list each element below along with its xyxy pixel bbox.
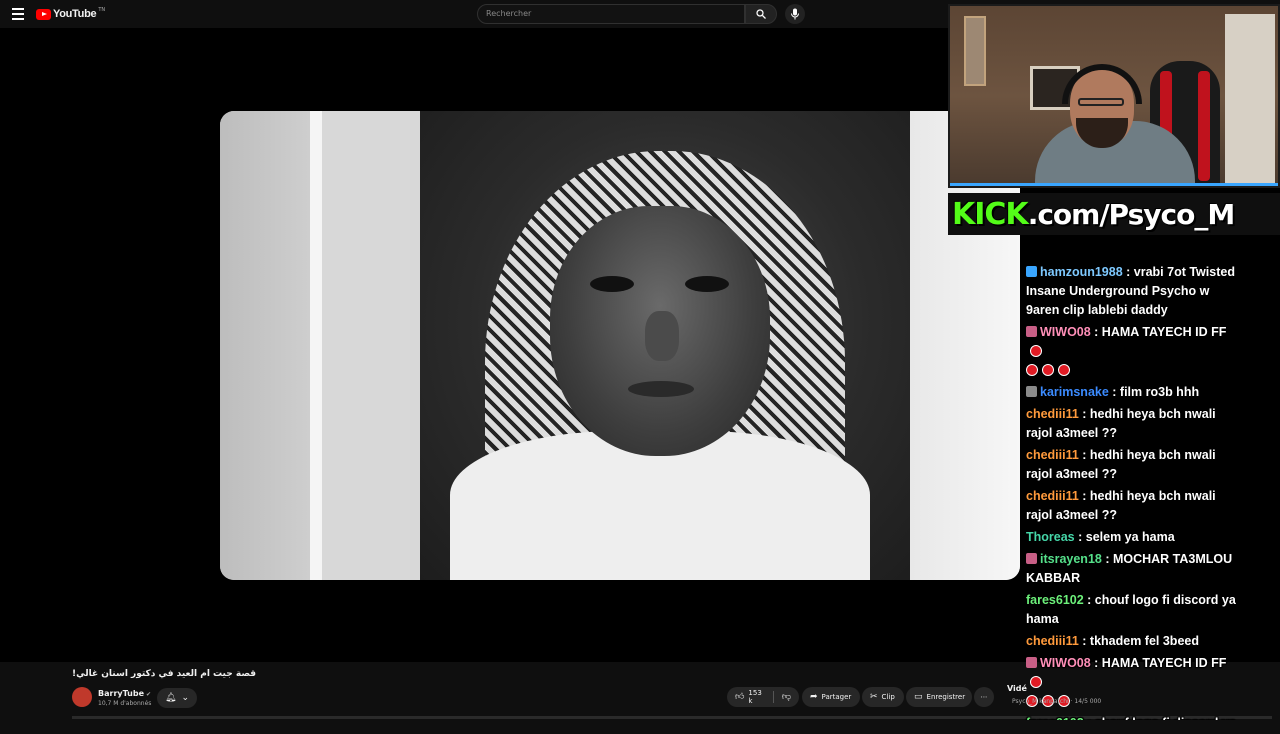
save-button[interactable]: ▭ Enregistrer (906, 687, 972, 707)
chat-username: chediii11 (1026, 489, 1079, 503)
save-label: Enregistrer (926, 693, 966, 701)
photo-paper-edge (310, 111, 322, 580)
thumb-down-icon[interactable]: 👎︎ (782, 692, 791, 702)
chat-username: chediii11 (1026, 407, 1079, 421)
chat-username: karimsnake (1040, 385, 1109, 399)
chat-message: hamzoun1988 : vrabi 7ot Twisted Insane U… (1022, 262, 1244, 322)
chat-text: : HAMA TAYECH ID FF (1090, 656, 1227, 670)
chat-username: hamzoun1988 (1040, 265, 1123, 279)
portrait-nose (645, 311, 679, 361)
chat-badge-icon (1026, 553, 1037, 564)
chat-text: : film ro3b hhh (1108, 385, 1200, 399)
red-circle-emoji-icon (1026, 364, 1038, 376)
like-divider (773, 691, 774, 703)
scissors-icon: ✂ (870, 692, 878, 702)
more-button[interactable]: ⋯ (974, 687, 994, 707)
chat-text: : tkhadem fel 3beed (1078, 634, 1199, 648)
search-button[interactable] (745, 4, 777, 24)
chevron-down-icon: ⌄ (181, 693, 189, 703)
video-frame (220, 111, 1020, 580)
kick-channel-banner: KICK .com/Psyco_M (948, 193, 1280, 235)
clip-button[interactable]: ✂ Clip (862, 687, 904, 707)
chat-text: : selem ya hama (1074, 530, 1175, 544)
channel-avatar[interactable] (72, 687, 92, 707)
notification-button[interactable]: 🔔︎ ⌄ (157, 688, 197, 708)
underlying-comment-text: Psyco_M kanpatchi · 14/5 000 (1012, 698, 1232, 734)
chat-message: fares6102 : chouf logo fi discord ya ham… (1022, 590, 1244, 631)
portrait-eye-right (685, 276, 729, 292)
share-label: Partager (821, 693, 852, 701)
chat-username: chediii11 (1026, 448, 1079, 462)
chat-badge-icon (1026, 326, 1037, 337)
channel-name-text: BarryTube (98, 689, 145, 698)
hamburger-icon[interactable] (12, 8, 24, 20)
chat-username: Thoreas (1026, 530, 1075, 544)
chat-message: chediii11 : hedhi heya bch nwali rajol a… (1022, 486, 1244, 527)
chat-badge-icon (1026, 386, 1037, 397)
video-title: قصة جيت ام العيد في دكتور اسنان غالي! (72, 669, 257, 679)
webcam-wall-frame (964, 16, 986, 86)
chat-text: : HAMA TAYECH ID FF (1090, 325, 1227, 339)
search-input[interactable]: Rechercher (477, 4, 745, 24)
logo-country-code: TN (98, 7, 106, 13)
chat-badge-icon (1026, 657, 1037, 668)
chat-message: itsrayen18 : MOCHAR TA3MLOU KABBAR (1022, 549, 1244, 590)
search-icon (756, 9, 766, 19)
chat-username: fares6102 (1026, 593, 1084, 607)
thumb-up-icon[interactable]: 👍︎ (735, 692, 744, 702)
voice-search-button[interactable] (785, 4, 805, 24)
red-circle-emoji-icon (1030, 345, 1042, 357)
streamer-webcam (948, 4, 1280, 188)
red-circle-emoji-icon (1030, 676, 1042, 688)
clip-label: Clip (881, 693, 895, 701)
chat-message: chediii11 : tkhadem fel 3beed (1022, 631, 1244, 653)
webcam-border-accent (950, 183, 1278, 186)
chat-username: chediii11 (1026, 634, 1079, 648)
chat-message: karimsnake : film ro3b hhh (1022, 382, 1244, 404)
logo-text: YouTube (53, 8, 97, 20)
youtube-logo[interactable]: YouTube TN (36, 7, 106, 20)
red-circle-emoji-icon (1042, 364, 1054, 376)
chat-username: WIWO08 (1040, 656, 1091, 670)
verified-icon: ✔ (146, 691, 152, 698)
underlying-comment: Psyco_M kanpatchi · 14/5 000 (1012, 698, 1102, 705)
subscriber-count: 10,7 M d'abonnés (98, 700, 152, 707)
chat-message: chediii11 : hedhi heya bch nwali rajol a… (1022, 445, 1244, 486)
stream-chat-overlay: hamzoun1988 : vrabi 7ot Twisted Insane U… (1022, 262, 1244, 720)
chat-message: Thoreas : selem ya hama (1022, 527, 1244, 549)
webcam-chair-stripe (1198, 71, 1210, 181)
chat-username: itsrayen18 (1040, 552, 1102, 566)
portrait-face (550, 206, 770, 456)
more-icon: ⋯ (980, 693, 988, 701)
webcam-poster (1225, 14, 1275, 184)
chat-username: WIWO08 (1040, 325, 1091, 339)
bell-icon: 🔔︎ (165, 693, 177, 703)
share-icon: ➦ (810, 692, 818, 702)
photo-background-left (220, 111, 315, 580)
kick-logo-text: KICK (952, 196, 1029, 232)
like-dislike-group: 👍︎ 153 k 👎︎ (727, 687, 799, 707)
channel-name[interactable]: BarryTube ✔ (98, 689, 151, 698)
portrait-mouth (628, 381, 694, 397)
youtube-play-icon (36, 8, 51, 20)
chat-badge-icon (1026, 266, 1037, 277)
save-icon: ▭ (914, 692, 923, 702)
red-circle-emoji-icon (1058, 364, 1070, 376)
share-button[interactable]: ➦ Partager (802, 687, 860, 707)
mic-icon (791, 8, 799, 20)
chat-message: WIWO08 : HAMA TAYECH ID FF (1022, 322, 1244, 382)
kick-url-text: .com/Psyco_M (1027, 197, 1236, 231)
chat-message: chediii11 : hedhi heya bch nwali rajol a… (1022, 404, 1244, 445)
portrait-eye-left (590, 276, 634, 292)
like-count[interactable]: 153 k (748, 689, 765, 705)
